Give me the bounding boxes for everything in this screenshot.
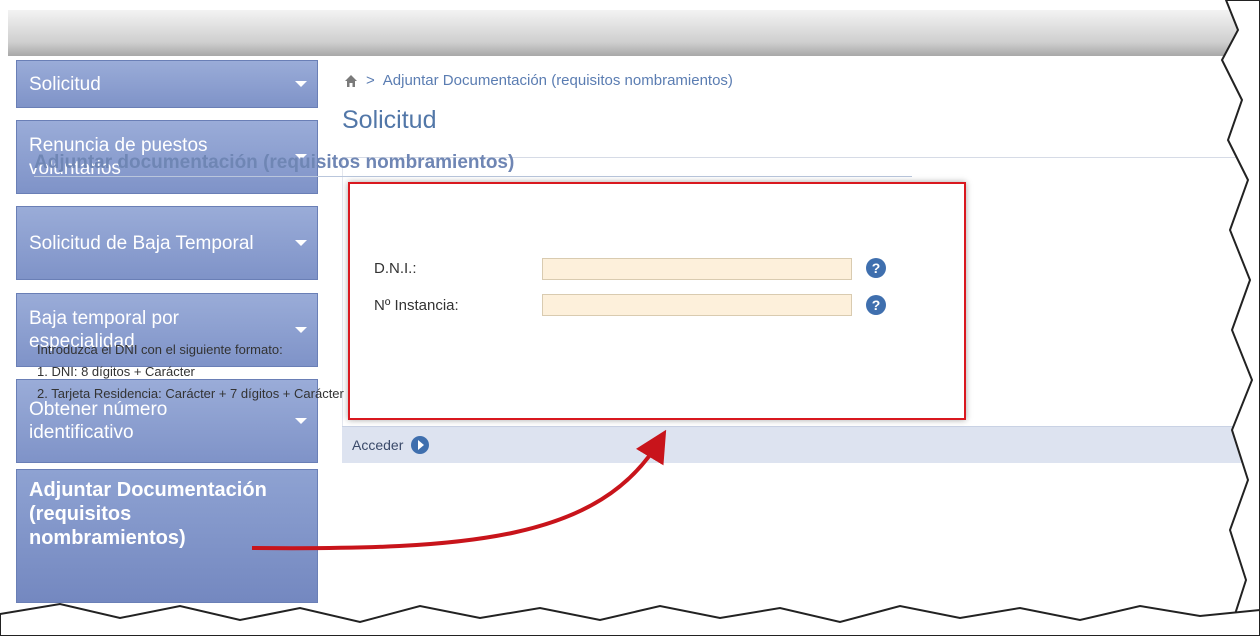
- sidebar-item-adjuntar-documentacion[interactable]: Adjuntar Documentación (requisitos nombr…: [16, 469, 318, 603]
- highlight-box: [348, 182, 966, 420]
- breadcrumb: > Adjuntar Documentación (requisitos nom…: [344, 72, 733, 89]
- sidebar-item-label: Solicitud: [29, 73, 101, 95]
- hint-tarjeta: 2. Tarjeta Residencia: Carácter + 7 dígi…: [37, 386, 344, 401]
- chevron-down-icon: [295, 240, 307, 246]
- acceder-label: Acceder: [352, 437, 404, 453]
- breadcrumb-separator: >: [366, 72, 375, 89]
- chevron-down-icon: [295, 418, 307, 424]
- section-divider: [34, 176, 912, 177]
- torn-edge-bottom: [0, 602, 1260, 636]
- hint-intro: Introduzca el DNI con el siguiente forma…: [37, 342, 283, 357]
- chevron-down-icon: [295, 327, 307, 333]
- torn-edge-right: [1220, 0, 1260, 636]
- section-title: Adjuntar documentación (requisitos nombr…: [34, 152, 515, 173]
- sidebar-item-solicitud[interactable]: Solicitud: [16, 60, 318, 108]
- top-bar: [8, 10, 1238, 56]
- home-icon[interactable]: [344, 74, 358, 88]
- page-title: Solicitud: [342, 106, 437, 134]
- hint-dni: 1. DNI: 8 dígitos + Carácter: [37, 364, 195, 379]
- chevron-down-icon: [295, 81, 307, 87]
- arrow-right-circle-icon: [411, 436, 430, 454]
- sidebar-item-label: Solicitud de Baja Temporal: [29, 232, 254, 254]
- sidebar-item-label: Obtener número identificativo: [29, 399, 168, 443]
- sidebar-item-label: Adjuntar Documentación (requisitos nombr…: [29, 479, 267, 549]
- sidebar-item-baja-temporal[interactable]: Solicitud de Baja Temporal: [16, 206, 318, 280]
- acceder-button[interactable]: Acceder: [352, 436, 430, 454]
- action-bar: Acceder: [342, 426, 1242, 463]
- breadcrumb-current[interactable]: Adjuntar Documentación (requisitos nombr…: [383, 72, 733, 89]
